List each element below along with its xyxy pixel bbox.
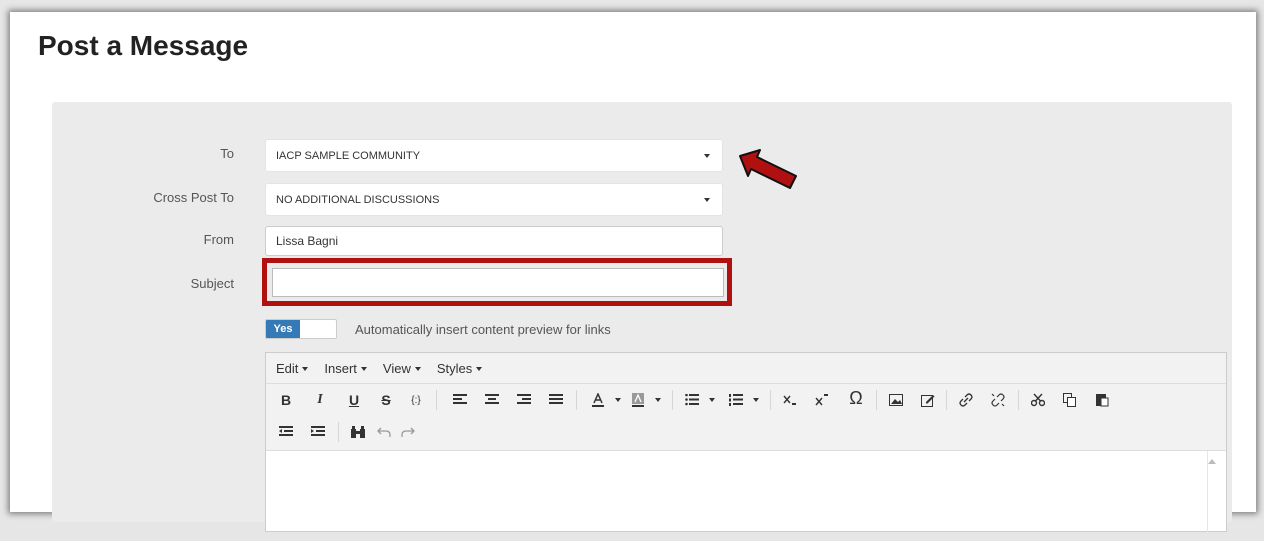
link-preview-toggle[interactable]: Yes [265,319,337,339]
italic-button[interactable]: I [308,389,332,411]
align-center-icon[interactable] [480,389,504,411]
indent-icon[interactable] [306,421,330,443]
align-left-icon[interactable] [448,389,472,411]
special-character-icon[interactable]: Ω [844,387,868,409]
chevron-down-icon [704,198,710,202]
menu-insert[interactable]: Insert [324,361,367,376]
align-justify-icon[interactable] [544,389,568,411]
message-form: To IACP SAMPLE COMMUNITY Cross Post To N… [52,102,1232,541]
editor-menubar: Edit Insert View Styles [266,353,1226,384]
menu-view[interactable]: View [383,361,421,376]
to-label: To [220,146,234,161]
subject-label: Subject [190,276,234,291]
underline-button[interactable]: U [342,389,366,411]
strikethrough-button[interactable]: S [374,389,398,411]
editor-content-area[interactable] [266,451,1226,541]
cut-icon[interactable] [1026,389,1050,411]
toolbar-separator [338,422,339,442]
rich-text-editor: Edit Insert View Styles B I U S {:} Ω [265,352,1227,541]
chevron-down-icon[interactable] [700,389,724,411]
subject-input[interactable] [272,268,724,297]
image-icon[interactable] [884,389,908,411]
chevron-down-icon[interactable] [646,389,670,411]
chevron-down-icon[interactable] [744,389,768,411]
unlink-icon[interactable] [986,389,1010,411]
outdent-icon[interactable] [274,421,298,443]
paste-icon[interactable] [1090,389,1114,411]
toolbar-separator [672,390,673,410]
cross-post-label: Cross Post To [153,190,234,205]
from-field[interactable]: Lissa Bagni [265,226,723,256]
chevron-down-icon [360,367,367,372]
redo-icon[interactable] [396,421,420,443]
chevron-down-icon [704,154,710,158]
cross-post-select[interactable]: NO ADDITIONAL DISCUSSIONS [265,183,723,216]
chevron-down-icon [414,367,421,372]
cross-post-select-value: NO ADDITIONAL DISCUSSIONS [276,193,440,206]
undo-icon[interactable] [372,421,396,443]
to-select-value: IACP SAMPLE COMMUNITY [276,149,421,162]
editor-scrollbar[interactable] [1207,451,1226,541]
edit-image-icon[interactable] [916,389,940,411]
toolbar-separator [876,390,877,410]
code-button[interactable]: {:} [404,389,428,411]
align-right-icon[interactable] [512,389,536,411]
chevron-down-icon [476,367,483,372]
toolbar-separator [576,390,577,410]
toolbar-separator [1018,390,1019,410]
bold-button[interactable]: B [274,389,298,411]
toolbar-separator [946,390,947,410]
toolbar-separator [770,390,771,410]
toolbar-separator [436,390,437,410]
chevron-down-icon [302,367,309,372]
page-title: Post a Message [38,30,249,61]
link-icon[interactable] [954,389,978,411]
copy-icon[interactable] [1058,389,1082,411]
from-label: From [203,232,234,247]
scroll-up-icon[interactable] [1208,459,1216,464]
superscript-icon[interactable] [810,389,834,411]
red-arrow-annotation [739,149,797,189]
to-select[interactable]: IACP SAMPLE COMMUNITY [265,139,723,172]
menu-edit[interactable]: Edit [276,361,309,376]
find-replace-icon[interactable] [346,421,370,443]
editor-toolbar: B I U S {:} Ω [266,384,1226,451]
subscript-icon[interactable] [778,389,802,411]
from-field-value: Lissa Bagni [276,234,339,248]
page-frame: Post a Message To IACP SAMPLE COMMUNITY … [10,12,1256,541]
toggle-yes-label: Yes [266,320,300,338]
link-preview-description: Automatically insert content preview for… [355,322,611,337]
menu-styles[interactable]: Styles [437,361,483,376]
